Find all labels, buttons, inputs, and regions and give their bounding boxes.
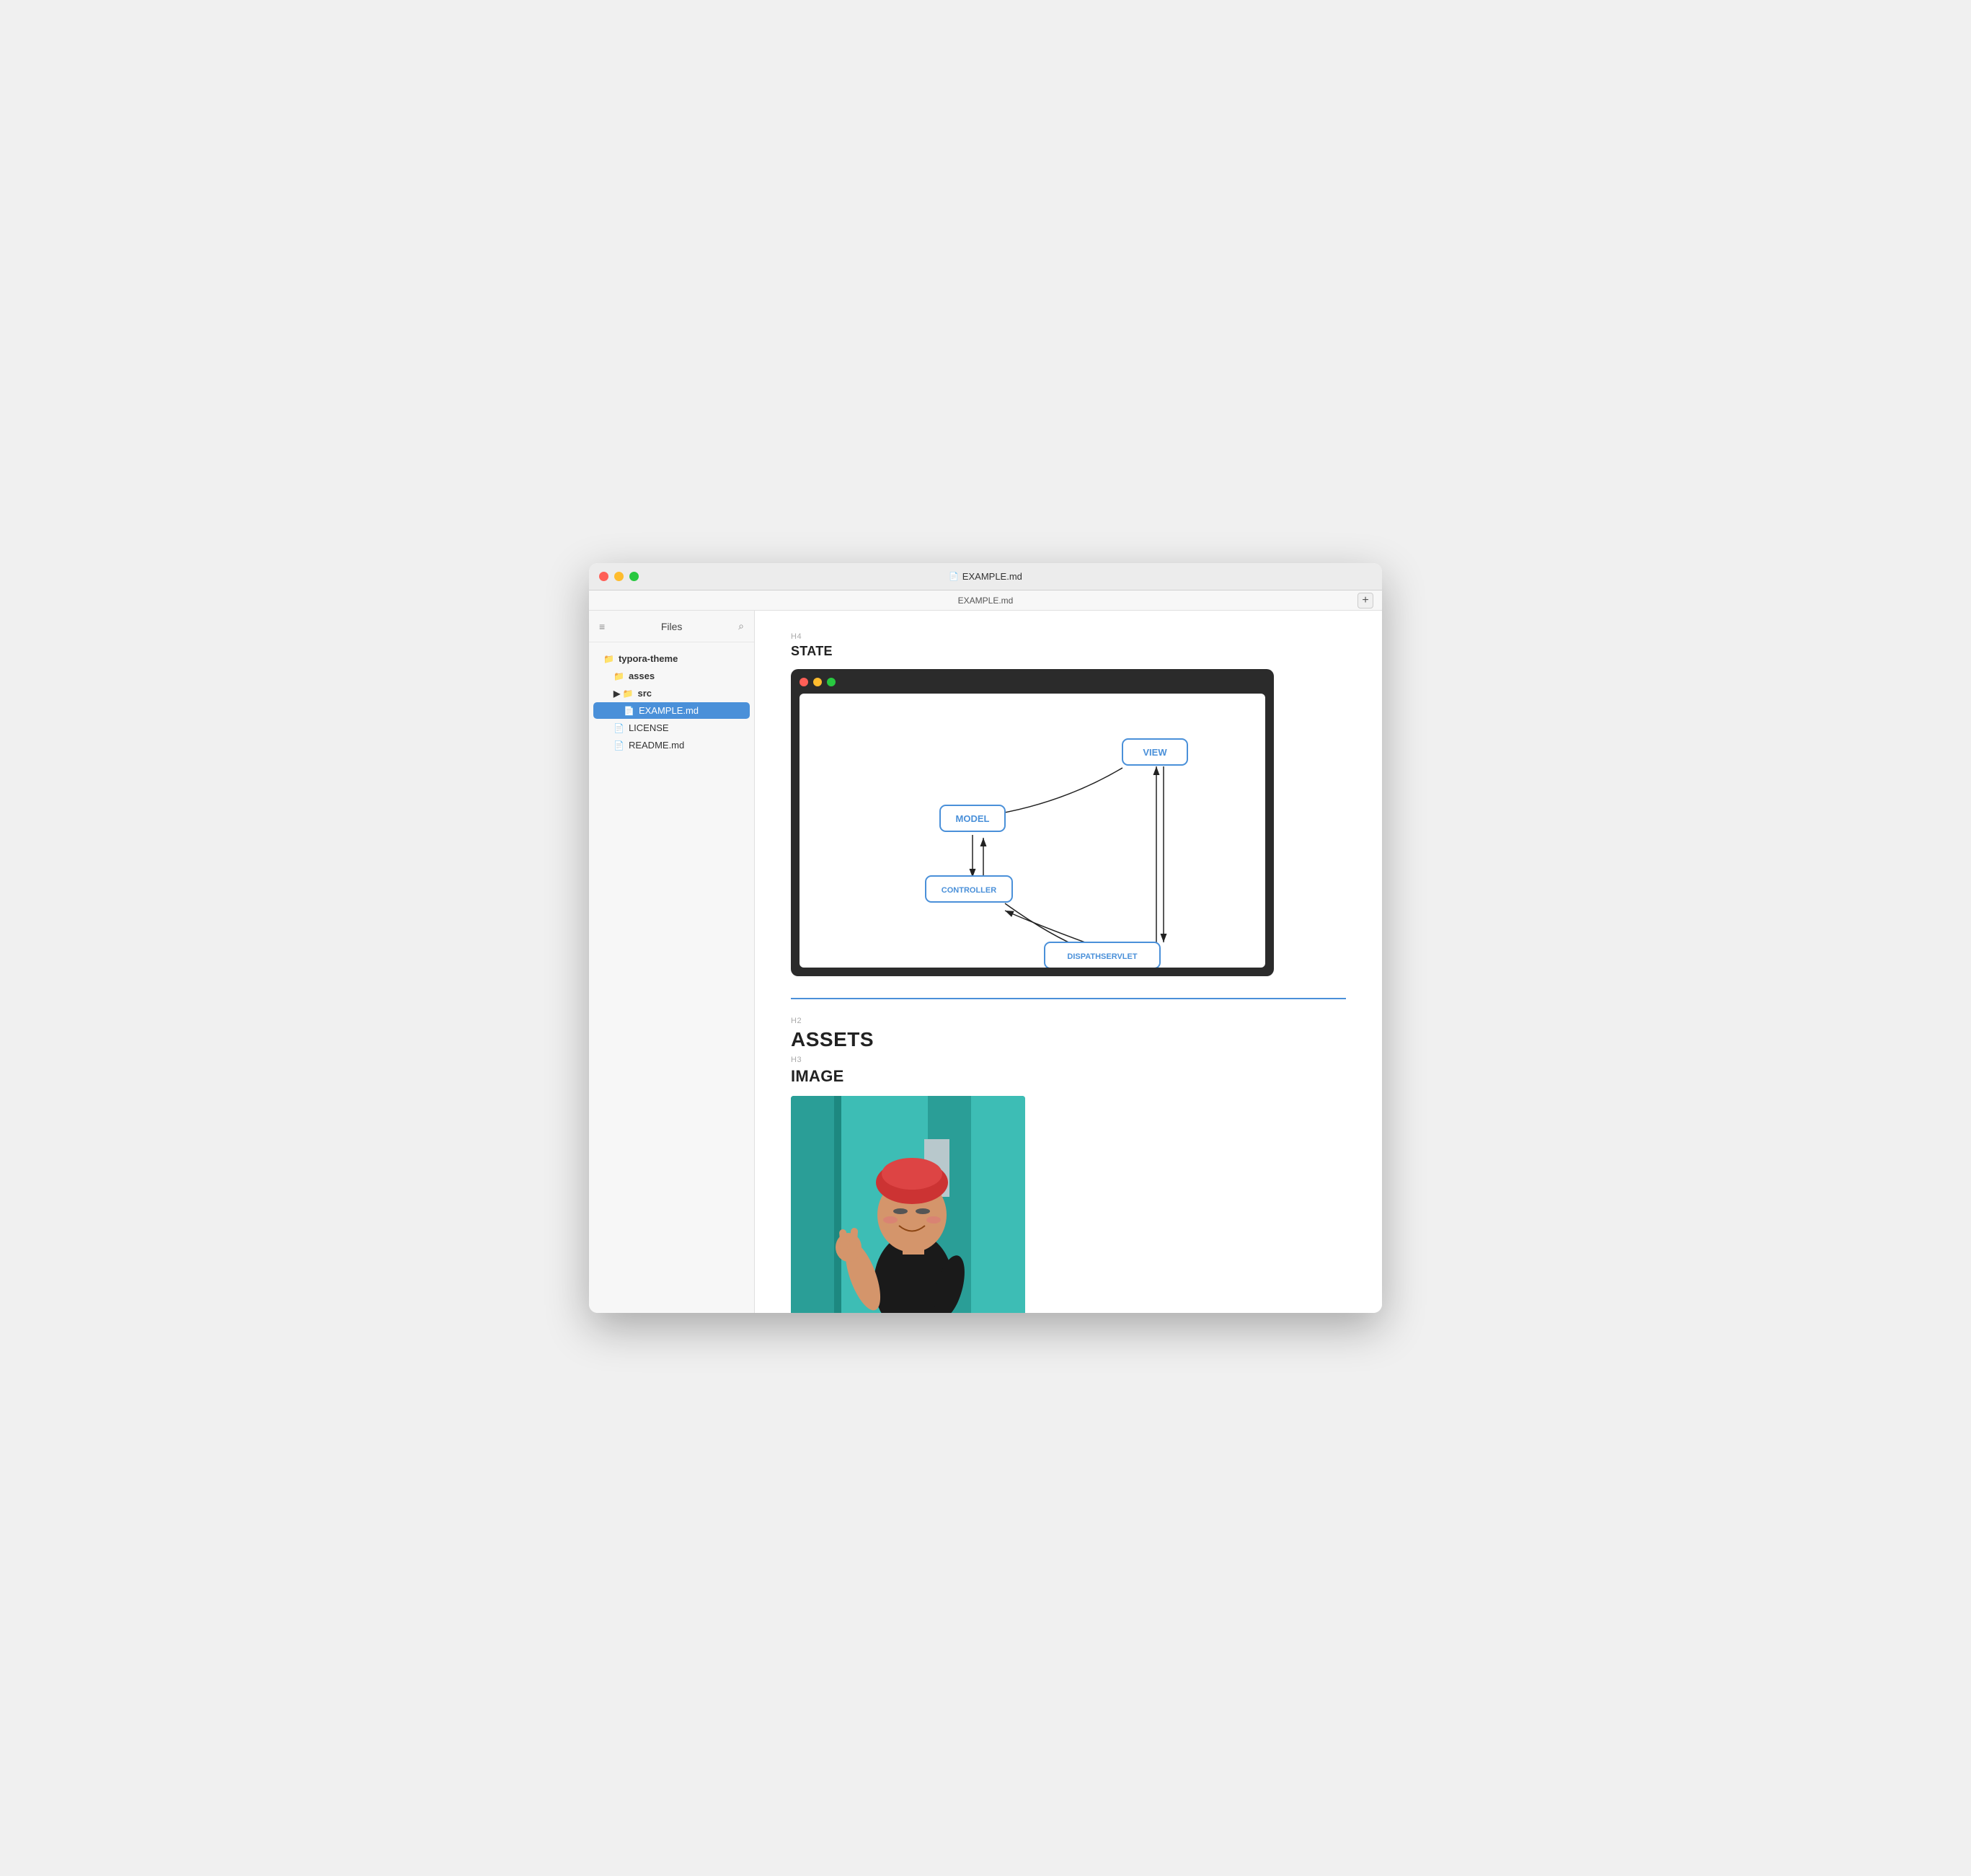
hamburger-icon[interactable]: ≡ — [599, 621, 605, 632]
sidebar-item-example-md[interactable]: 📄 EXAMPLE.md — [593, 702, 750, 719]
diagram-frame: VIEW MODEL CONTROLLER DISPATHSERVLET — [791, 669, 1274, 976]
assets-heading: ASSETS — [791, 1028, 1346, 1051]
title-bar: 📄 EXAMPLE.md — [589, 563, 1382, 590]
svg-text:VIEW: VIEW — [1143, 747, 1167, 758]
diagram-maximize-dot — [827, 678, 836, 686]
close-button[interactable] — [599, 572, 608, 581]
main-content: H4 STATE — [755, 611, 1382, 1313]
files-label: Files — [611, 621, 732, 632]
svg-text:CONTROLLER: CONTROLLER — [942, 886, 996, 895]
folder-collapsed-icon: ▶ 📁 — [614, 689, 634, 699]
new-tab-button[interactable]: + — [1357, 593, 1373, 609]
traffic-lights — [599, 572, 639, 581]
state-heading: STATE — [791, 644, 1346, 659]
subtitle-text: EXAMPLE.md — [958, 596, 1014, 606]
sidebar-item-src[interactable]: ▶ 📁 src — [593, 685, 750, 702]
folder-icon: 📁 — [603, 654, 614, 664]
diagram-minimize-dot — [813, 678, 822, 686]
subtitle-bar: EXAMPLE.md + — [589, 590, 1382, 611]
sidebar-item-asses[interactable]: 📁 asses — [593, 668, 750, 684]
diagram-canvas: VIEW MODEL CONTROLLER DISPATHSERVLET — [800, 694, 1265, 968]
diagram-svg: VIEW MODEL CONTROLLER DISPATHSERVLET — [800, 694, 1265, 968]
assets-heading-label: H2 — [791, 1017, 1346, 1025]
sidebar-item-license[interactable]: 📄 LICENSE — [593, 720, 750, 736]
diagram-traffic-lights — [800, 678, 1265, 686]
window-title: 📄 EXAMPLE.md — [949, 571, 1022, 582]
anime-character-svg — [791, 1096, 1025, 1313]
sidebar-item-typora-theme[interactable]: 📁 typora-theme — [593, 650, 750, 667]
file-icon: 📄 — [614, 723, 624, 733]
sidebar: ≡ Files ⌕ 📁 typora-theme 📁 asses ▶ 📁 — [589, 611, 755, 1313]
diagram-close-dot — [800, 678, 808, 686]
app-body: ≡ Files ⌕ 📁 typora-theme 📁 asses ▶ 📁 — [589, 611, 1382, 1313]
folder-icon: 📁 — [614, 671, 624, 681]
search-icon[interactable]: ⌕ — [738, 620, 744, 632]
file-icon: 📄 — [614, 740, 624, 751]
image-heading-label: H3 — [791, 1056, 1346, 1064]
app-window: 📄 EXAMPLE.md EXAMPLE.md + ≡ Files ⌕ 📁 ty… — [589, 563, 1382, 1313]
sidebar-header: ≡ Files ⌕ — [589, 611, 754, 642]
file-icon: 📄 — [624, 706, 634, 716]
file-tree: 📁 typora-theme 📁 asses ▶ 📁 src 📄 EXAMPLE… — [589, 642, 754, 1313]
sidebar-item-readme[interactable]: 📄 README.md — [593, 737, 750, 753]
file-icon: 📄 — [949, 572, 959, 581]
image-asset — [791, 1096, 1025, 1313]
svg-text:DISPATHSERVLET: DISPATHSERVLET — [1067, 952, 1137, 961]
section-divider — [791, 998, 1346, 999]
minimize-button[interactable] — [614, 572, 624, 581]
image-heading: IMAGE — [791, 1067, 1346, 1086]
state-heading-label: H4 — [791, 632, 1346, 641]
maximize-button[interactable] — [629, 572, 639, 581]
svg-text:MODEL: MODEL — [956, 813, 990, 824]
